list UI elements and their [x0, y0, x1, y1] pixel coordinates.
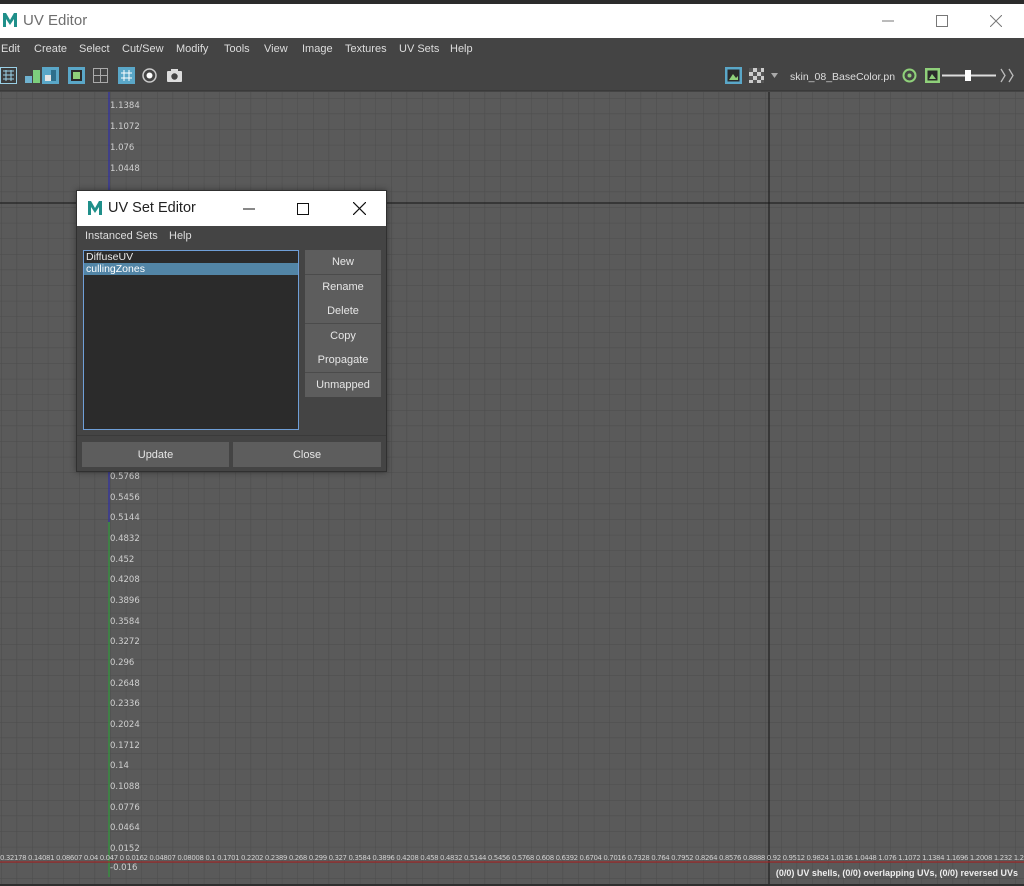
menu-edit[interactable]: Edit — [1, 43, 20, 55]
v-axis-label: 0.5456 — [110, 493, 140, 503]
exposure-slider[interactable] — [942, 67, 996, 84]
dialog-titlebar[interactable]: UV Set Editor — [77, 191, 386, 226]
window-titlebar: UV Editor — [0, 4, 1024, 38]
minimize-button[interactable] — [860, 4, 916, 38]
delete-button[interactable]: Delete — [305, 299, 381, 323]
menu-cut-sew[interactable]: Cut/Sew — [122, 43, 164, 55]
image-display-icon[interactable] — [42, 67, 59, 84]
v-axis-label: 0.3584 — [110, 617, 140, 627]
uv-set-item-cullingzones[interactable]: cullingZones — [84, 263, 298, 275]
uv-set-item-diffuseuv[interactable]: DiffuseUV — [84, 251, 298, 263]
menu-textures[interactable]: Textures — [345, 43, 387, 55]
v-axis-label: 0.3896 — [110, 596, 140, 606]
menu-create[interactable]: Create — [34, 43, 67, 55]
texture-name[interactable]: skin_08_BaseColor.pn — [790, 71, 895, 83]
new-button[interactable]: New — [305, 250, 381, 274]
v-axis-label: 0.14 — [110, 761, 129, 771]
dialog-divider — [77, 435, 386, 436]
uv-set-editor-dialog: UV Set Editor Instanced Sets Help Diffus… — [76, 190, 387, 472]
toolbar: skin_08_BaseColor.pn — [0, 61, 1024, 91]
update-button[interactable]: Update — [82, 442, 229, 467]
menu-modify[interactable]: Modify — [176, 43, 208, 55]
menu-select[interactable]: Select — [79, 43, 110, 55]
expand-icon[interactable] — [998, 67, 1016, 84]
v-axis-label: 0.4832 — [110, 534, 140, 544]
uv-set-list[interactable]: DiffuseUV cullingZones — [83, 250, 299, 430]
sync-icon[interactable] — [901, 67, 918, 84]
minimize-icon — [882, 20, 894, 22]
maximize-icon — [936, 15, 948, 27]
v-axis-label: 0.5768 — [110, 472, 140, 482]
menu-image[interactable]: Image — [302, 43, 333, 55]
pivot-icon[interactable] — [141, 67, 158, 84]
v-axis-label: 1.1072 — [110, 122, 140, 132]
close-icon — [352, 202, 366, 215]
menu-uv-sets[interactable]: UV Sets — [399, 43, 439, 55]
v-axis-label: 0.2024 — [110, 720, 140, 730]
v-axis-label: 1.0448 — [110, 164, 140, 174]
v-axis-label: 0.1712 — [110, 741, 140, 751]
maximize-icon — [297, 202, 309, 215]
maya-logo-icon — [87, 199, 103, 217]
v-axis-label: 0.0464 — [110, 823, 140, 833]
v-axis-label: 1.076 — [110, 143, 135, 153]
window-title: UV Editor — [23, 12, 88, 29]
menu-instanced-sets[interactable]: Instanced Sets — [85, 230, 158, 242]
align-icon[interactable] — [92, 67, 109, 84]
v-axis-label: 0.4208 — [110, 575, 140, 585]
v-axis-label: 1.1384 — [110, 101, 140, 111]
v-axis-label: 0.296 — [110, 658, 135, 668]
frame-icon[interactable] — [68, 67, 85, 84]
v-axis-zero-label: -0.016 — [110, 863, 138, 873]
rename-button[interactable]: Rename — [305, 275, 381, 299]
maximize-button[interactable] — [914, 4, 970, 38]
close-button[interactable] — [968, 4, 1024, 38]
close-dialog-button[interactable]: Close — [233, 442, 381, 467]
minimize-icon — [243, 208, 255, 209]
close-icon — [990, 15, 1002, 27]
v-axis-label: 0.3272 — [110, 637, 140, 647]
u-axis-ticks: 0.32178 0.14081 0.08607 0.04 0.047 0 0.0… — [0, 854, 1024, 862]
checker-icon[interactable] — [748, 67, 765, 84]
menu-view[interactable]: View — [264, 43, 288, 55]
v-axis-label: 0.2336 — [110, 699, 140, 709]
uv-set-actions: New Rename Delete Copy Propagate Unmappe… — [305, 250, 381, 397]
uv-status-text: (0/0) UV shells, (0/0) overlapping UVs, … — [775, 868, 1018, 878]
v-axis-label: 0.0776 — [110, 803, 140, 813]
v-axis-label: 0.5144 — [110, 513, 140, 523]
snapshot-icon[interactable] — [166, 67, 183, 84]
dialog-title: UV Set Editor — [108, 200, 196, 216]
propagate-button[interactable]: Propagate — [305, 348, 381, 372]
v-axis-label: 0.452 — [110, 555, 135, 565]
menu-bar: Edit Create Select Cut/Sew Modify Tools … — [0, 38, 1024, 61]
dialog-close-button[interactable] — [331, 191, 387, 226]
menu-help[interactable]: Help — [450, 43, 473, 55]
dialog-maximize-button[interactable] — [275, 191, 331, 226]
grid-display-icon[interactable] — [118, 67, 135, 84]
texture-toggle-icon[interactable] — [725, 67, 742, 84]
shell-select-icon[interactable] — [24, 67, 41, 84]
maya-logo-icon — [2, 11, 18, 29]
copy-button[interactable]: Copy — [305, 324, 381, 348]
unmapped-button[interactable]: Unmapped — [305, 373, 381, 397]
menu-help[interactable]: Help — [169, 230, 192, 242]
image-thumb-icon[interactable] — [924, 67, 941, 84]
menu-tools[interactable]: Tools — [224, 43, 250, 55]
dropdown-arrow-icon[interactable] — [770, 71, 779, 80]
v-axis-label: 0.0152 — [110, 844, 140, 854]
v-axis-label: 0.2648 — [110, 679, 140, 689]
uv-grid-tool-icon[interactable] — [0, 67, 17, 84]
v-axis-label: 0.1088 — [110, 782, 140, 792]
dialog-minimize-button[interactable] — [221, 191, 277, 226]
